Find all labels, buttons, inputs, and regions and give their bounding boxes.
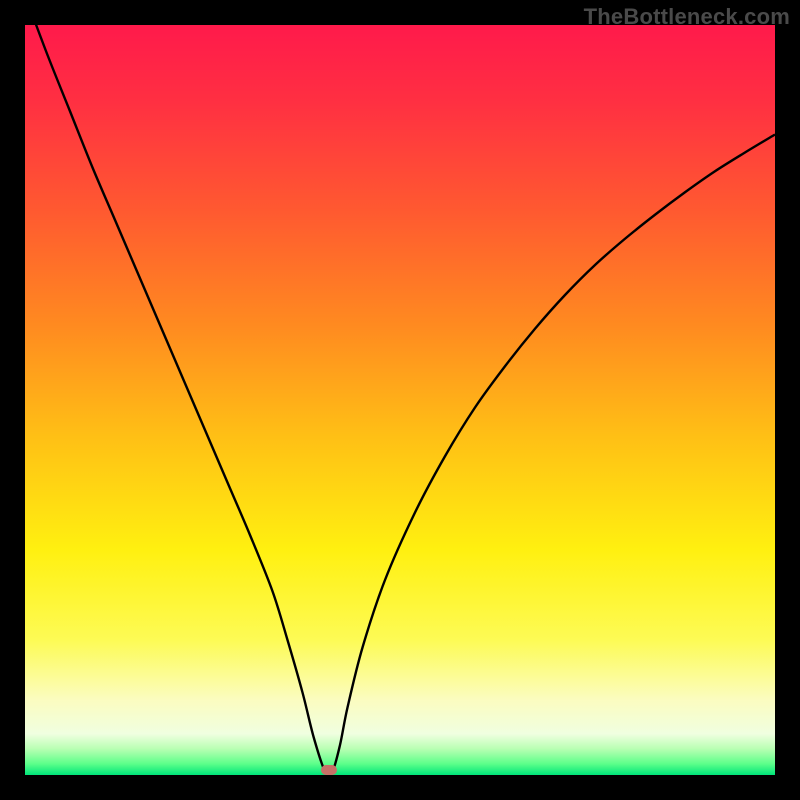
optimal-point-marker (321, 765, 337, 775)
chart-curve (25, 25, 775, 775)
watermark-text: TheBottleneck.com (584, 4, 790, 30)
line-series (25, 0, 775, 775)
frame: TheBottleneck.com (0, 0, 800, 800)
